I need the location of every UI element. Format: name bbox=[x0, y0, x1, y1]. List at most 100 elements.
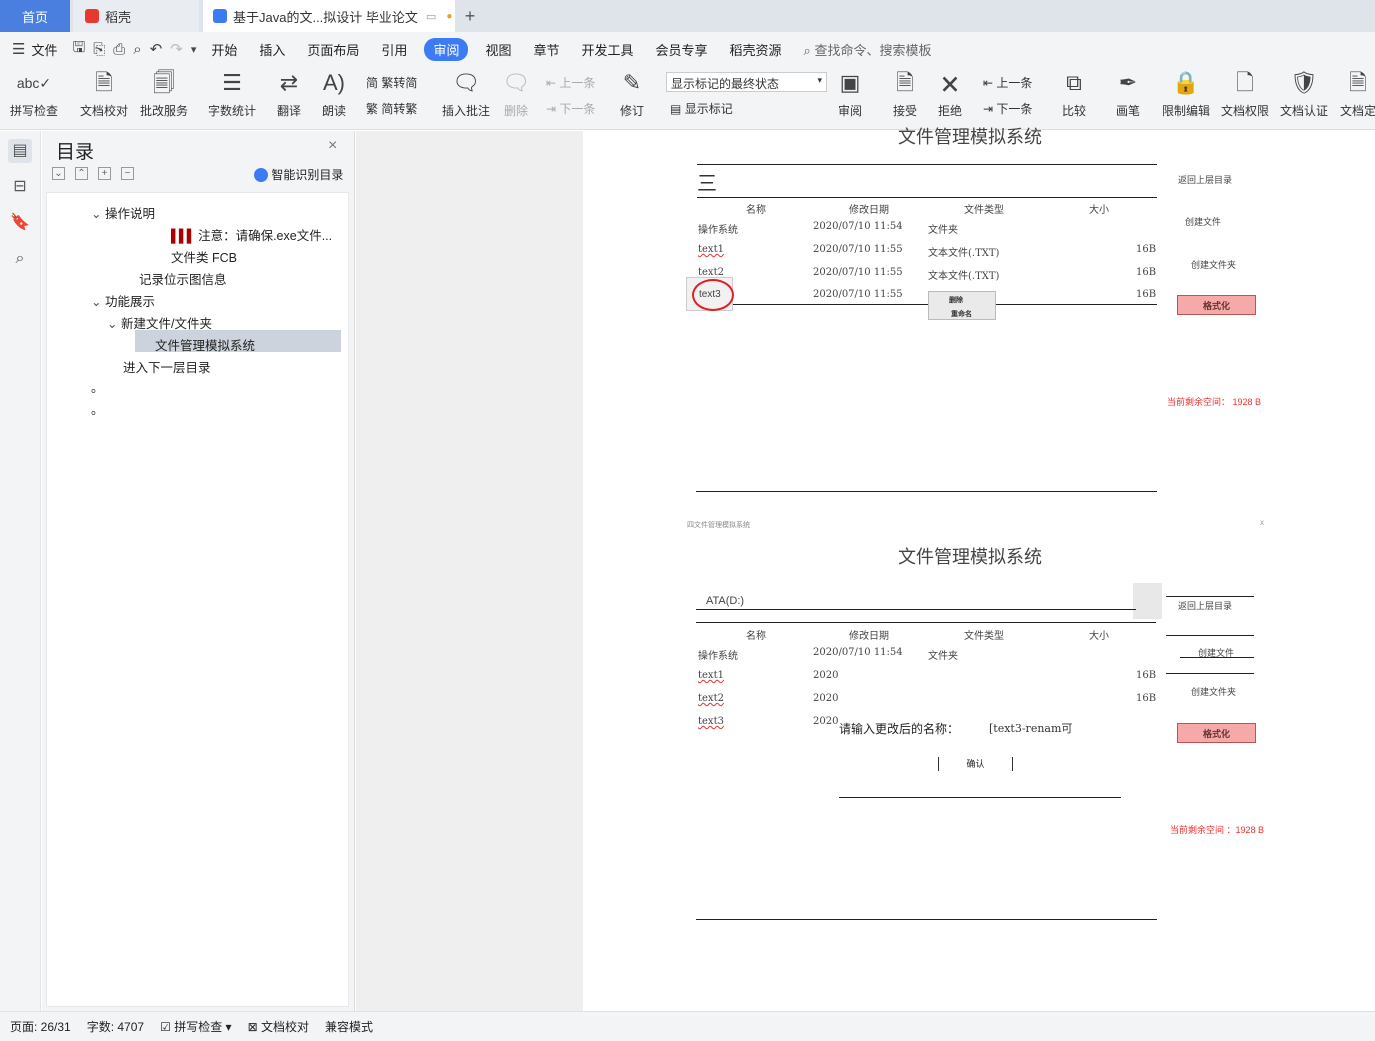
review-pane-label: 审阅 bbox=[838, 104, 863, 118]
toc-item-label: 。 bbox=[91, 403, 104, 417]
toc-item[interactable]: ▌▌▌ 注意：请确保.exe文件... bbox=[171, 225, 332, 244]
print-icon[interactable]: ⎙ bbox=[113, 41, 125, 58]
tab-home-label: 首页 bbox=[21, 9, 48, 25]
reject-button[interactable]: 🗙 拒绝 bbox=[938, 68, 962, 119]
menu-daoke-resources[interactable]: 稻壳资源 bbox=[730, 40, 782, 59]
tab-daoke[interactable]: 稻壳 bbox=[73, 0, 199, 32]
tab-home[interactable]: 首页 bbox=[0, 0, 70, 32]
red-circle-annotation bbox=[692, 279, 734, 311]
fig1-row-date: 2020/07/10 11:55 bbox=[813, 267, 903, 278]
next-change-icon: ⇥ bbox=[983, 102, 994, 116]
review-service-button[interactable]: 🗐 批改服务 bbox=[140, 68, 188, 119]
fig2-path: ATA(D:) bbox=[706, 595, 745, 607]
document-page[interactable]: 文件管理模拟系统 三 名称 修改日期 文件类型 大小 操作系统 2020/07/… bbox=[583, 127, 1375, 1011]
comment-plus-icon: 🗨 bbox=[452, 70, 480, 95]
spell-check-button[interactable]: abc✓ 拼写检查 bbox=[10, 68, 58, 119]
compare-button[interactable]: ⧉ 比较 bbox=[1062, 68, 1086, 119]
certify-button[interactable]: 🛡 文档认证 bbox=[1280, 68, 1328, 119]
toc-item[interactable]: 。 bbox=[91, 399, 104, 418]
trad-to-simp-label: 繁转简 bbox=[381, 76, 418, 90]
collapse-all-icon[interactable]: ⌄ bbox=[52, 167, 65, 180]
fig1-row-type: 文本文件(.TXT) bbox=[928, 248, 1000, 259]
tab-document[interactable]: 基于Java的文...拟设计 毕业论文 ▭ ● bbox=[203, 0, 455, 32]
toc-item[interactable]: ⌄ 操作说明 bbox=[91, 203, 155, 222]
toc-item[interactable]: ⌄ 功能展示 bbox=[91, 291, 155, 310]
read-aloud-button[interactable]: A) 朗读 bbox=[322, 68, 346, 119]
toc-item-selected[interactable]: 文件管理模拟系统 bbox=[135, 330, 341, 353]
hamburger-icon[interactable]: ☰ bbox=[12, 40, 25, 58]
markup-select-value: 显示标记的最终状态 bbox=[671, 77, 780, 91]
menu-insert[interactable]: 插入 bbox=[259, 40, 285, 59]
preview-icon[interactable]: ⌕ bbox=[133, 41, 141, 58]
prev-comment-button[interactable]: ⇤ 上一条 bbox=[546, 74, 595, 91]
page-indicator[interactable]: 页面: 26/31 bbox=[10, 1018, 71, 1035]
toc-item-label: 文件管理模拟系统 bbox=[155, 339, 256, 353]
menu-devtools[interactable]: 开发工具 bbox=[581, 40, 633, 59]
spell-check-status[interactable]: ☑ 拼写检查 ▾ bbox=[160, 1018, 232, 1035]
markup-select[interactable]: 显示标记的最终状态 ▾ bbox=[666, 72, 827, 92]
next-change-button[interactable]: ⇥ 下一条 bbox=[983, 100, 1032, 117]
revise-button[interactable]: ✎ 修订 bbox=[620, 68, 644, 119]
new-tab-icon[interactable]: + bbox=[460, 0, 480, 32]
toc-panel-icon[interactable]: ▤ bbox=[8, 139, 32, 163]
simp-to-trad-button[interactable]: 繁 简转繁 bbox=[366, 100, 417, 117]
smart-toc-button[interactable]: 智能识别目录 bbox=[254, 166, 343, 183]
doc-check-status[interactable]: ⊠ 文档校对 bbox=[248, 1018, 309, 1035]
status-bar: 页面: 26/31 字数: 4707 ☑ 拼写检查 ▾ ⊠ 文档校对 兼容模式 bbox=[0, 1011, 1375, 1041]
toc-item[interactable]: 。 bbox=[91, 377, 104, 396]
word-count-status[interactable]: 字数: 4707 bbox=[87, 1018, 144, 1035]
daoke-logo-icon bbox=[85, 9, 99, 23]
toc-item[interactable]: 文件类 FCB bbox=[171, 247, 237, 266]
accept-button[interactable]: 🗎 接受 bbox=[893, 68, 917, 119]
bookmark-icon[interactable]: 🔖 bbox=[8, 211, 32, 235]
finalize-button[interactable]: 🗎 文档定 bbox=[1340, 68, 1375, 119]
compat-mode: 兼容模式 bbox=[325, 1020, 374, 1034]
menu-file[interactable]: 文件 bbox=[31, 40, 57, 59]
export-icon[interactable]: ⎘ bbox=[93, 41, 105, 58]
close-icon[interactable]: × bbox=[328, 137, 337, 155]
navigation-icon[interactable]: ⊟ bbox=[8, 175, 32, 199]
fig1-context-menu: 删除 重命名 bbox=[928, 291, 996, 320]
menu-reference[interactable]: 引用 bbox=[381, 40, 407, 59]
fig2-create-folder-label: 创建文件夹 bbox=[1191, 688, 1237, 698]
show-markup-button[interactable]: ▤ 显示标记 bbox=[670, 100, 733, 117]
menu-member[interactable]: 会员专享 bbox=[656, 40, 708, 59]
restrict-edit-button[interactable]: 🔒 限制编辑 bbox=[1162, 68, 1210, 119]
save-icon[interactable]: 🖫 bbox=[72, 37, 85, 62]
toc-item[interactable]: 进入下一层目录 bbox=[123, 357, 211, 376]
menu-start[interactable]: 开始 bbox=[211, 40, 237, 59]
prev-change-button[interactable]: ⇤ 上一条 bbox=[983, 74, 1032, 91]
redo-icon[interactable]: ↷ bbox=[170, 40, 183, 58]
pen-button[interactable]: ✒ 画笔 bbox=[1116, 68, 1140, 119]
fig2-row-name: text2 bbox=[698, 693, 724, 704]
word-count-button[interactable]: ☰ 字数统计 bbox=[208, 68, 256, 119]
delete-comment-button[interactable]: 🗨 删除 bbox=[502, 68, 530, 119]
chevron-down-icon: ⌄ bbox=[91, 295, 102, 309]
menu-review[interactable]: 审阅 bbox=[424, 37, 469, 61]
side-nav: ▤ ⊟ 🔖 ⌕ bbox=[0, 131, 41, 1011]
trad-to-simp-button[interactable]: 简 繁转简 bbox=[366, 74, 417, 91]
permission-button[interactable]: 🗋 文档权限 bbox=[1221, 68, 1269, 119]
read-aloud-label: 朗读 bbox=[322, 104, 347, 118]
menu-section[interactable]: 章节 bbox=[533, 40, 559, 59]
tab-daoke-label: 稻壳 bbox=[105, 9, 132, 25]
pen-icon: ✒ bbox=[1118, 70, 1138, 95]
insert-comment-button[interactable]: 🗨 插入批注 bbox=[442, 68, 490, 119]
undo-icon[interactable]: ↶ bbox=[150, 40, 163, 58]
doc-check-button[interactable]: 🗎 文档校对 bbox=[80, 68, 128, 119]
review-pane-button[interactable]: ▣ 审阅 bbox=[838, 68, 862, 119]
reject-icon: 🗙 bbox=[941, 70, 959, 95]
search-icon[interactable]: ⌕ bbox=[8, 247, 32, 271]
search-command[interactable]: ⌕ 查找命令、搜索模板 bbox=[804, 40, 932, 59]
toc-item-label: 文件类 FCB bbox=[171, 251, 237, 265]
add-icon[interactable]: + bbox=[98, 167, 111, 180]
menu-layout[interactable]: 页面布局 bbox=[307, 40, 359, 59]
translate-button[interactable]: ⇄ 翻译 bbox=[277, 68, 301, 119]
menu-view[interactable]: 视图 bbox=[485, 40, 511, 59]
remove-icon[interactable]: − bbox=[121, 167, 134, 180]
more-arrow-icon[interactable]: ▾ bbox=[191, 43, 197, 56]
toc-item[interactable]: 记录位示图信息 bbox=[139, 269, 227, 288]
next-comment-button[interactable]: ⇥ 下一条 bbox=[546, 100, 595, 117]
fig2-header-size: 大小 bbox=[1089, 631, 1109, 642]
move-up-icon[interactable]: ⌃ bbox=[75, 167, 88, 180]
